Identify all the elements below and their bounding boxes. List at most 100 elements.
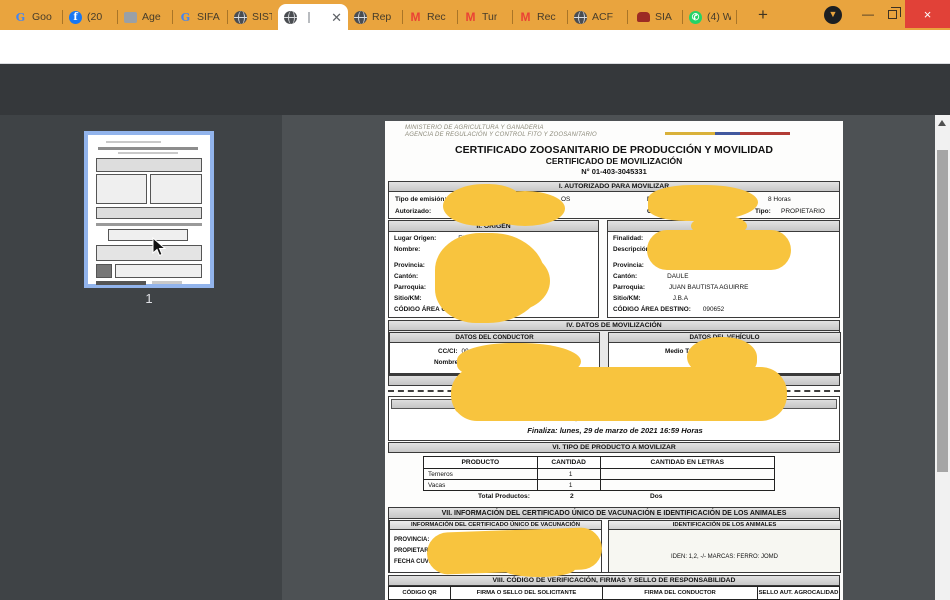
redaction-blob — [475, 251, 550, 311]
field-value: JUAN BAUTISTA AGUIRRE — [669, 284, 748, 291]
close-window-button[interactable]: × — [905, 0, 950, 28]
field-label: Finalidad: — [613, 235, 643, 242]
field-label: Lugar Origen: — [394, 235, 436, 242]
pdf-viewer-area: 1 MINISTERIO DE AGRICULTURA Y GANADERIA … — [0, 115, 950, 600]
field-label: Tipo: — [755, 208, 771, 215]
pdf-toolbar: Rep_CSMI_ATS 1 / 1 — 67% + ↕ ↺ ↓ ⋮ — [0, 64, 950, 115]
facebook-favicon-icon: f — [69, 11, 82, 24]
qr-column-header: CÓDIGO QR — [388, 586, 451, 600]
cell-producto: Vacas — [424, 480, 538, 491]
table-header-row: PRODUCTO CANTIDAD CANTIDAD EN LETRAS — [424, 457, 775, 469]
scroll-up-arrow-icon[interactable] — [938, 120, 946, 126]
iden-marcas-text: IDEN: 1,2, -/- MARCAS: FERRO: JOMD — [609, 554, 840, 560]
field-value: 090652 — [703, 306, 724, 313]
field-label: Provincia: — [394, 262, 425, 269]
field-value: 8 Horas — [768, 196, 791, 203]
identificacion-box: IDENTIFICACIÓN DE LOS ANIMALES IDEN: 1,2… — [608, 520, 841, 573]
google-favicon-icon: G — [179, 11, 192, 24]
field-value: DAULE — [667, 273, 688, 280]
close-tab-icon[interactable]: ✕ — [331, 11, 342, 24]
solicitante-column-header: FIRMA O SELLO DEL SOLICITANTE — [451, 586, 603, 600]
field-label: PROVINCIA: — [394, 537, 429, 543]
scrollbar-thumb[interactable] — [937, 150, 948, 472]
tab-title: Rep — [372, 11, 391, 23]
new-tab-button[interactable]: + — [752, 7, 774, 23]
browser-tab-active-pdf[interactable]: ✕ — [278, 4, 348, 30]
browser-tab-whatsapp[interactable]: ✆ (4) W — [683, 4, 737, 30]
browser-tab-rec1[interactable]: M Rec — [403, 4, 458, 30]
certificate-title: CERTIFICADO ZOOSANITARIO DE PRODUCCIÓN Y… — [385, 144, 843, 156]
tab-strip: G Goo f (20 Age G SIFA SIST ✕ Rep M — [0, 0, 950, 30]
ministry-line2: AGENCIA DE REGULACIÓN Y CONTROL FITO Y Z… — [405, 132, 597, 139]
tab-title: SIST — [252, 11, 272, 23]
total-value: 2 — [570, 493, 574, 500]
tab-title: Rec — [537, 11, 556, 23]
certificate-number: N° 01-403-3045331 — [385, 167, 843, 176]
identificacion-header: IDENTIFICACIÓN DE LOS ANIMALES — [608, 520, 841, 530]
redaction-blob — [485, 191, 565, 226]
browser-tab-sia[interactable]: SIA — [628, 4, 683, 30]
agrocalidad-column-header: SELLO AUT. AGROCALIDAD — [758, 586, 840, 600]
ministry-header: MINISTERIO DE AGRICULTURA Y GANADERIA AG… — [405, 125, 597, 138]
tab-title: Rec — [427, 11, 446, 23]
gmail-favicon-icon: M — [464, 11, 477, 24]
browser-tab-tur[interactable]: M Tur — [458, 4, 513, 30]
field-label: Cantón: — [394, 273, 418, 280]
redaction-blob — [647, 230, 791, 270]
globe-favicon-icon — [284, 11, 297, 24]
column-header: PRODUCTO — [424, 457, 538, 469]
globe-favicon-icon — [574, 11, 587, 24]
field-value: J.B.A — [673, 295, 688, 302]
field-label: Sitio/KM: — [394, 295, 422, 302]
globe-favicon-icon — [234, 11, 247, 24]
gmail-favicon-icon: M — [409, 11, 422, 24]
browser-tab-age[interactable]: Age — [118, 4, 173, 30]
finaliza-line: Finaliza: lunes, 29 de marzo de 2021 16:… — [389, 426, 841, 435]
restore-button[interactable] — [880, 0, 904, 28]
tab-title: Goo — [32, 11, 52, 23]
tab-title: SIA — [655, 11, 672, 23]
field-label: FECHA CUV: — [394, 559, 430, 565]
section6-header: VI. TIPO DE PRODUCTO A MOVILIZAR — [388, 442, 840, 453]
gmail-favicon-icon: M — [519, 11, 532, 24]
vertical-scrollbar[interactable] — [935, 115, 950, 600]
flag-bar — [665, 132, 790, 135]
cell-letras — [600, 480, 774, 491]
browser-tab-rec2[interactable]: M Rec — [513, 4, 568, 30]
pdf-page: MINISTERIO DE AGRICULTURA Y GANADERIA AG… — [385, 121, 843, 600]
column-header: CANTIDAD EN LETRAS — [600, 457, 774, 469]
tab-title: (4) W — [707, 11, 731, 23]
tab-title: SIFA — [197, 11, 220, 23]
field-label: Sitio/KM: — [613, 295, 641, 302]
signature-columns: CÓDIGO QR FIRMA O SELLO DEL SOLICITANTE … — [388, 586, 840, 600]
browser-tab-google[interactable]: G Goo — [8, 4, 63, 30]
browser-tab-sifa[interactable]: G SIFA — [173, 4, 228, 30]
column-header: CANTIDAD — [537, 457, 600, 469]
pin-favicon-icon — [637, 12, 650, 22]
browser-tab-facebook[interactable]: f (20 — [63, 4, 118, 30]
product-table: PRODUCTO CANTIDAD CANTIDAD EN LETRAS Ter… — [423, 456, 775, 491]
field-label: Cantón: — [613, 273, 637, 280]
total-label: Total Productos: — [478, 493, 530, 500]
field-label: CC/CI: — [438, 348, 458, 355]
field-label: Tipo de emisión: — [395, 196, 447, 203]
tab-search-button[interactable]: ▼ — [824, 6, 842, 24]
field-label: Nombre: — [394, 246, 420, 253]
cell-cantidad: 1 — [537, 480, 600, 491]
mouse-cursor — [152, 237, 167, 258]
browser-tab-rep[interactable]: Rep — [348, 4, 403, 30]
thumbnail-sidebar: 1 — [0, 115, 282, 600]
cell-letras — [600, 469, 774, 480]
tab-title: ACF — [592, 11, 613, 23]
redaction-blob — [503, 561, 575, 577]
field-label: Provincia: — [613, 262, 644, 269]
browser-tab-acf[interactable]: ACF — [568, 4, 628, 30]
page-thumbnail[interactable] — [84, 131, 214, 288]
certificate-subtitle: CERTIFICADO DE MOVILIZACIÓN — [385, 156, 843, 166]
section8-header: VIII. CÓDIGO DE VERIFICACIÓN, FIRMAS Y S… — [388, 575, 840, 586]
section4-header: IV. DATOS DE MOVILIZACIÓN — [388, 320, 840, 331]
browser-tab-sist[interactable]: SIST — [228, 4, 278, 30]
conductor-column-header: FIRMA DEL CONDUCTOR — [603, 586, 758, 600]
minimize-button[interactable]: — — [856, 0, 880, 28]
cell-cantidad: 1 — [537, 469, 600, 480]
